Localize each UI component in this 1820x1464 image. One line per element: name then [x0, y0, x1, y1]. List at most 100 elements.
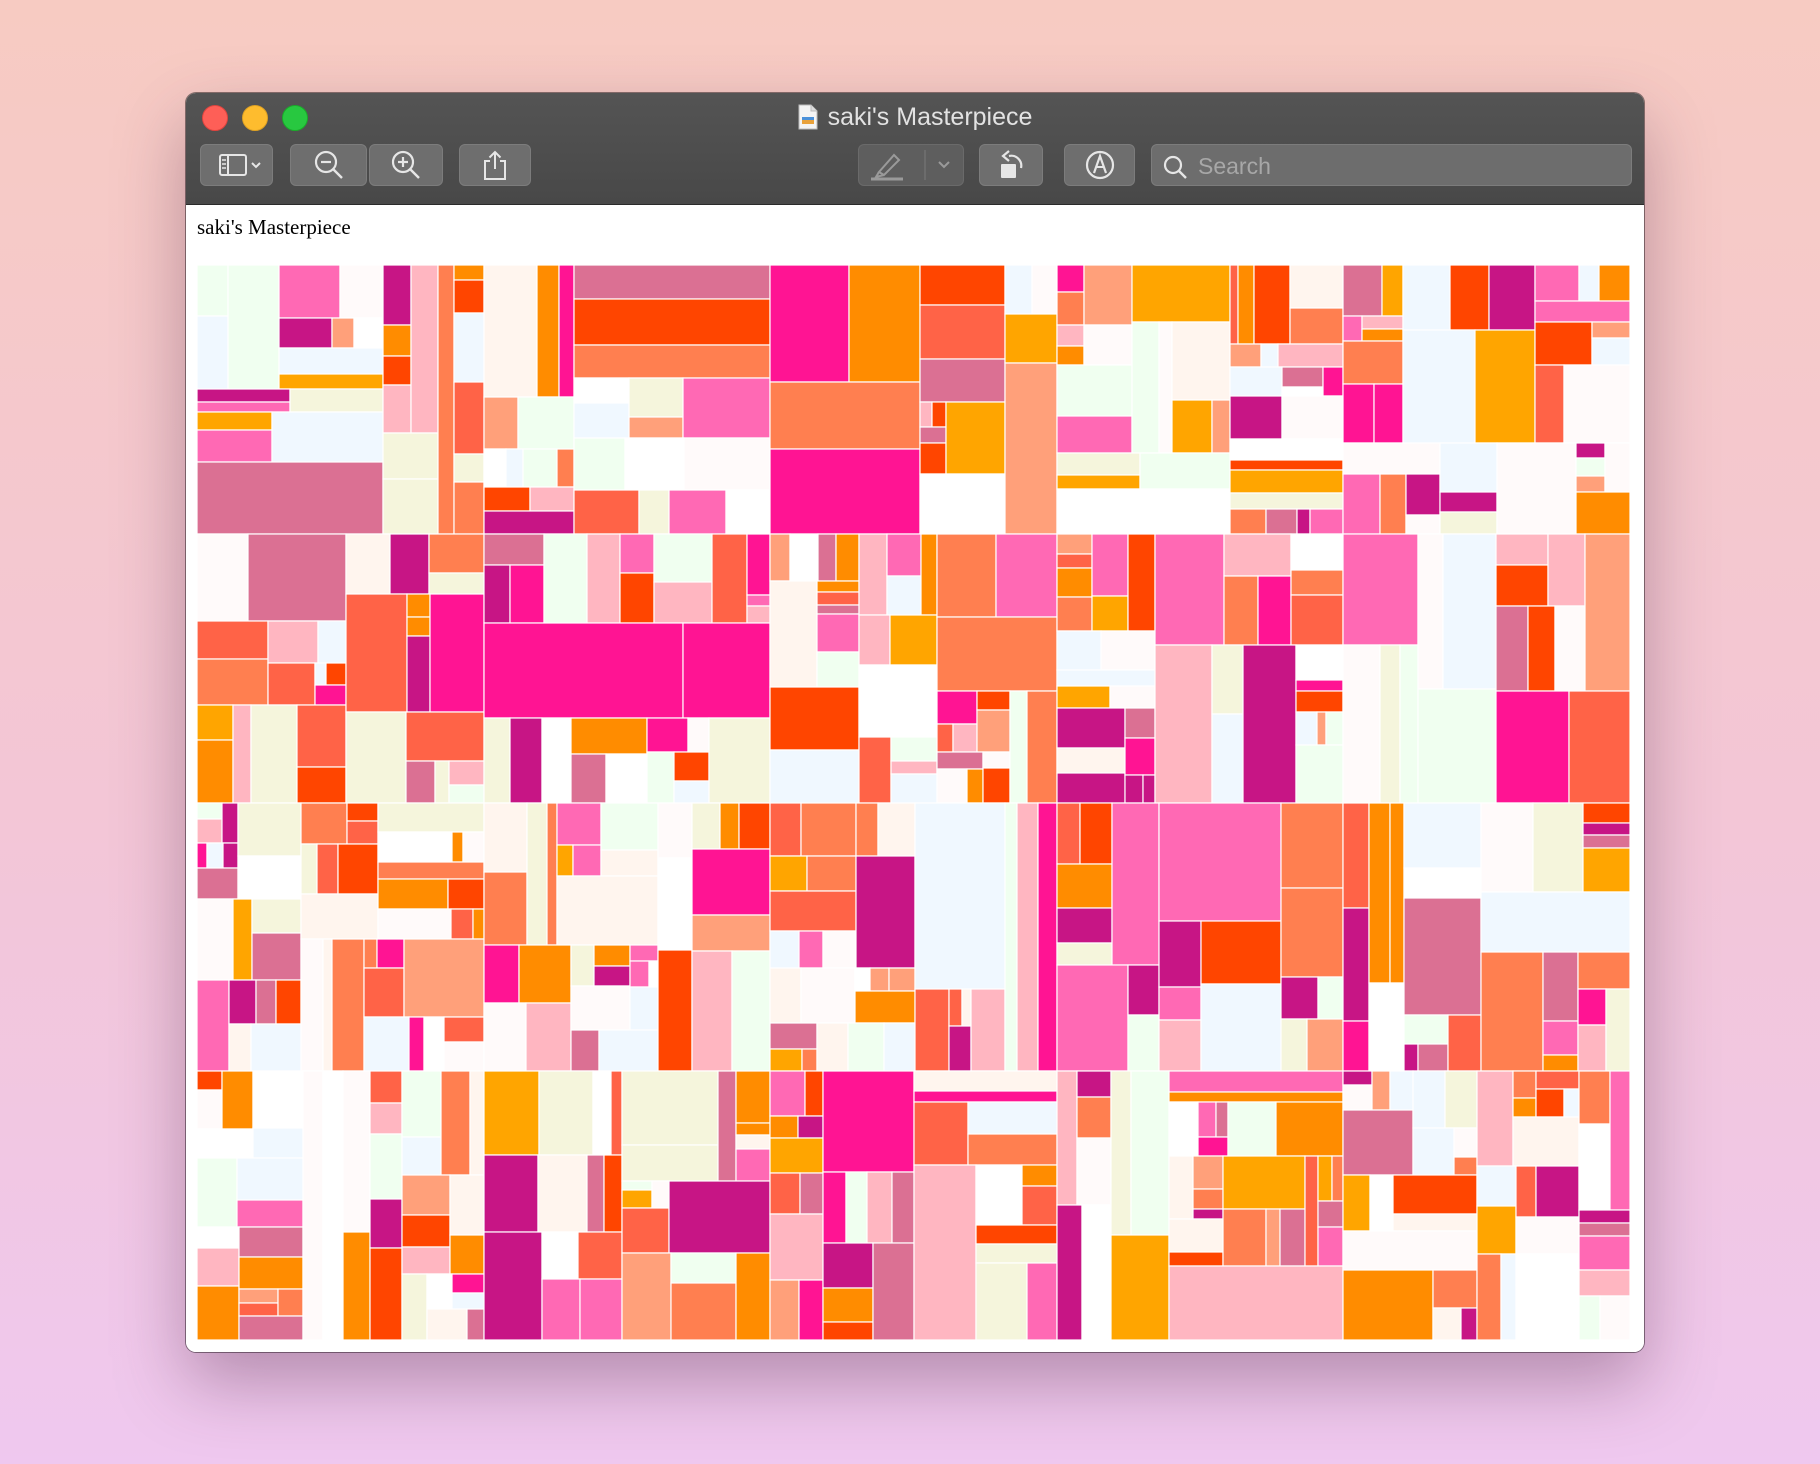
share-button[interactable]	[459, 144, 531, 186]
mosaic-tile-429	[1280, 802, 1344, 889]
mosaic-tile-106	[1281, 395, 1344, 440]
mosaic-tile-502	[451, 1292, 485, 1310]
mosaic-tile-580	[1197, 1136, 1229, 1157]
highlight-button[interactable]	[858, 144, 964, 186]
mosaic-tile-410	[970, 988, 1006, 1072]
mosaic-tile-1	[197, 315, 229, 390]
mosaic-tile-164	[250, 704, 298, 804]
mosaic-tile-346	[443, 1016, 485, 1043]
mosaic-tile-489	[369, 1247, 403, 1340]
mosaic-tile-66	[931, 401, 947, 428]
mosaic-tile-155	[267, 620, 319, 664]
mosaic-tile-33	[558, 265, 575, 398]
mosaic-tile-393	[769, 967, 802, 1024]
mosaic-tile-315	[255, 979, 277, 1025]
mosaic-tile-442	[1403, 867, 1482, 899]
mosaic-tile-312	[251, 932, 302, 981]
mosaic-tile-221	[858, 533, 888, 616]
mosaic-tile-456	[1542, 951, 1579, 1022]
mosaic-tile-32	[536, 265, 560, 398]
mosaic-tile-125	[1488, 265, 1536, 331]
mosaic-tile-325	[300, 893, 379, 940]
mosaic-tile-433	[1280, 1018, 1308, 1072]
mosaic-tile-601	[1371, 1070, 1391, 1111]
mosaic-tile-265	[1142, 774, 1156, 804]
mosaic-tile-139	[1379, 473, 1407, 535]
mosaic-tile-412	[1016, 802, 1039, 1072]
document-icon	[798, 104, 818, 130]
mosaic-tile-523	[735, 1134, 771, 1150]
mosaic-tile-560	[1021, 1164, 1058, 1187]
mosaic-tile-45	[573, 344, 771, 379]
mosaic-tile-494	[401, 1174, 451, 1216]
mosaic-tile-199	[541, 717, 572, 804]
mosaic-tile-278	[1295, 679, 1344, 692]
mosaic-tile-239	[976, 709, 1011, 753]
markup-button[interactable]	[1064, 144, 1135, 186]
mosaic-tile-530	[621, 1252, 672, 1340]
mosaic-tile-464	[197, 1089, 223, 1130]
mosaic-tile-75	[1056, 265, 1085, 293]
search-input[interactable]	[1196, 149, 1620, 183]
mosaic-tile-9	[278, 373, 384, 390]
mosaic-tile-172	[406, 593, 431, 618]
mosaic-tile-511	[586, 1154, 605, 1233]
mosaic-tile-136	[1563, 364, 1630, 444]
mosaic-tile-320	[346, 802, 379, 822]
mosaic-tile-636	[1609, 1070, 1630, 1211]
mosaic-tile-168	[389, 533, 430, 595]
mosaic-tile-87	[1171, 399, 1213, 454]
mosaic-tile-27	[453, 312, 485, 383]
mosaic-tile-452	[1582, 834, 1630, 849]
mosaic-tile-567	[1076, 1070, 1112, 1098]
mosaic-tile-482	[322, 1070, 344, 1340]
mosaic-tile-189	[653, 533, 713, 583]
mosaic-tile-0	[197, 265, 229, 317]
mosaic-tile-468	[252, 1127, 304, 1159]
mosaic-tile-497	[449, 1174, 485, 1236]
mosaic-tile-493	[469, 1070, 485, 1176]
mosaic-tile-343	[363, 1016, 410, 1072]
mosaic-tile-214	[816, 580, 860, 593]
mosaic-tile-174	[406, 635, 431, 713]
mosaic-tile-120	[1342, 340, 1404, 385]
mosaic-tile-604	[1412, 1070, 1446, 1129]
mosaic-tile-360	[483, 1002, 527, 1072]
mosaic-tile-577	[1168, 1101, 1199, 1157]
sidebar-button[interactable]	[200, 144, 273, 186]
zoom-in-button[interactable]	[369, 144, 443, 186]
mosaic-tile-240	[936, 751, 984, 770]
mosaic-tile-588	[1168, 1251, 1224, 1267]
mosaic-tile-211	[817, 533, 837, 582]
mosaic-tile-289	[1442, 533, 1497, 690]
mosaic-tile-426	[1158, 1019, 1202, 1072]
mosaic-tile-525	[621, 1180, 653, 1191]
mosaic-tile-428	[1200, 983, 1282, 1072]
mosaic-tile-249	[1056, 567, 1093, 598]
document-view[interactable]: saki's Masterpiece	[186, 205, 1644, 1352]
mosaic-tile-137	[1342, 442, 1441, 475]
mosaic-tile-630	[1535, 1165, 1580, 1218]
zoom-out-button[interactable]	[290, 144, 367, 186]
mosaic-tile-338	[331, 938, 365, 1072]
mosaic-tile-102	[1281, 366, 1324, 388]
mosaic-tile-353	[556, 844, 574, 877]
mosaic-tile-132	[1534, 321, 1593, 366]
mosaic-tile-46	[573, 377, 630, 404]
mosaic-tile-642	[1599, 1295, 1630, 1340]
mosaic-tile-288	[1417, 533, 1444, 690]
mosaic-tile-127	[1474, 329, 1536, 444]
mosaic-tile-251	[1091, 533, 1129, 597]
mosaic-tile-44	[573, 298, 771, 346]
mosaic-tile-116	[1381, 265, 1404, 317]
mosaic-tile-388	[798, 930, 824, 969]
search-field[interactable]	[1151, 144, 1632, 186]
mosaic-tile-326	[377, 802, 485, 833]
mosaic-tile-269	[1257, 575, 1292, 646]
mosaic-tile-541	[769, 1213, 824, 1281]
mosaic-tile-89	[1056, 452, 1141, 476]
mosaic-tile-64	[919, 358, 1006, 403]
rotate-button[interactable]	[979, 144, 1043, 186]
mosaic-tile-500	[426, 1273, 453, 1310]
mosaic-tile-615	[1432, 1269, 1478, 1309]
